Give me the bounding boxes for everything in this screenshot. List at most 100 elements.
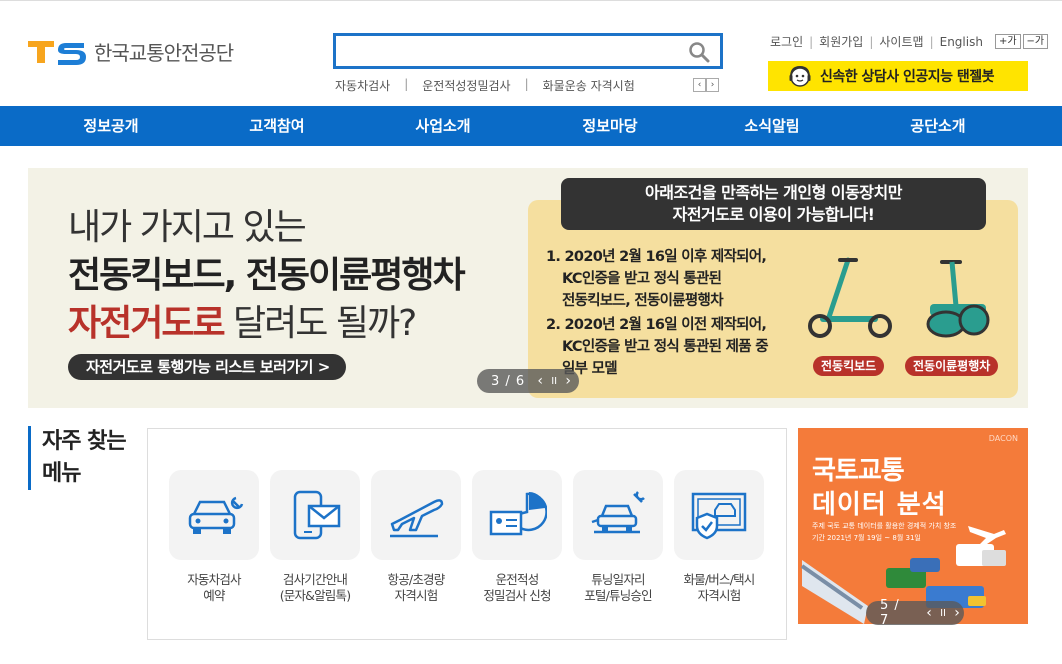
- nav-news[interactable]: 소식알림: [666, 106, 878, 146]
- condition-title-1: 아래조건을 만족하는 개인형 이동장치만: [645, 183, 902, 202]
- menu-label: 자동차검사 예약: [169, 572, 259, 604]
- quick-link-car-inspection[interactable]: 자동차검사: [333, 77, 400, 94]
- menu-label-1: 자동차검사: [187, 572, 241, 587]
- condition-title-2: 자전거도로 이용이 가능합니다!: [672, 205, 875, 224]
- divider: |: [524, 77, 529, 91]
- condition-2a: 2. 2020년 2월 16일 이전 제작되어,: [546, 317, 767, 333]
- quick-link-driver-aptitude[interactable]: 운전적성정밀검사: [412, 77, 520, 94]
- banner-line-3: 자전거도로 달려도 될까?: [68, 294, 417, 346]
- quick-link-cargo-exam[interactable]: 화물운송 자격시험: [533, 77, 645, 94]
- menu-label: 검사기간안내 (문자&알림톡): [270, 572, 360, 604]
- tag-segway: 전동이륜평행차: [905, 356, 999, 376]
- signup-link[interactable]: 회원가입: [819, 33, 863, 50]
- certificate-shield-icon: [674, 470, 764, 560]
- menu-car-inspection[interactable]: 자동차검사 예약: [169, 470, 259, 604]
- menu-label: 화물/버스/택시 자격시험: [674, 572, 764, 604]
- airplane-icon: [371, 470, 461, 560]
- english-link[interactable]: English: [940, 35, 983, 49]
- condition-2c: 일부 모델: [562, 361, 618, 377]
- search-input[interactable]: [336, 36, 676, 66]
- menu-aviation-exam[interactable]: 항공/초경량 자격시험: [371, 470, 461, 604]
- menu-label-2: 자격시험: [697, 588, 742, 603]
- menu-aptitude-test[interactable]: 운전적성 정밀검사 신청: [472, 470, 562, 604]
- side-banner-pager: 5 / 7 ‹ II ›: [866, 598, 964, 628]
- utility-links: 로그인 | 회원가입 | 사이트맵 | English +가 −가: [770, 33, 1049, 50]
- segway-icon: [926, 260, 990, 338]
- nav-customer-participation[interactable]: 고객참여: [222, 106, 332, 146]
- condition-1c: 전동킥보드, 전동이륜평행차: [562, 293, 724, 309]
- condition-1b: KC인증을 받고 정식 통관된: [562, 271, 722, 287]
- nav-info-yard[interactable]: 정보마당: [554, 106, 666, 146]
- condition-1a: 1. 2020년 2월 16일 이후 제작되어,: [546, 249, 767, 265]
- main-navigation: 정보공개 고객참여 사업소개 정보마당 소식알림 공단소개: [0, 106, 1062, 146]
- logo-text: 한국교통안전공단: [94, 41, 234, 65]
- divider: |: [929, 34, 934, 49]
- nav-about[interactable]: 공단소개: [878, 106, 998, 146]
- menu-label-2: (문자&알림톡): [279, 588, 351, 603]
- headset-robot-icon: [789, 65, 811, 87]
- menu-label-1: 검사기간안내: [282, 572, 348, 587]
- tag-kickboard: 전동킥보드: [813, 356, 885, 376]
- car-tools-icon: [573, 470, 663, 560]
- frequent-title-line1: 자주 찾는: [42, 429, 127, 454]
- nav-business[interactable]: 사업소개: [332, 106, 554, 146]
- nav-info-disclosure[interactable]: 정보공개: [0, 106, 222, 146]
- menu-label: 튜닝일자리 포털/튜닝승인: [573, 572, 663, 604]
- next-icon[interactable]: ›: [561, 373, 575, 389]
- side-page-indicator: 5 / 7: [880, 598, 900, 628]
- menu-transport-exam[interactable]: 화물/버스/택시 자격시험: [674, 470, 764, 604]
- quick-links: 자동차검사 | 운전적성정밀검사 | 화물운송 자격시험: [333, 77, 645, 94]
- banner-conditions: 1. 2020년 2월 16일 이후 제작되어, KC인증을 받고 정식 통관된…: [546, 246, 769, 380]
- banner-list-button[interactable]: 자전거도로 통행가능 리스트 보러가기 >: [68, 354, 346, 380]
- search-icon[interactable]: [688, 41, 710, 63]
- menu-label: 운전적성 정밀검사 신청: [472, 572, 562, 604]
- font-decrease-button[interactable]: −가: [1022, 34, 1049, 49]
- prev-icon[interactable]: ‹: [922, 605, 936, 621]
- condition-2b: KC인증을 받고 정식 통관된 제품 중: [562, 339, 769, 355]
- font-size-controls: +가 −가: [993, 34, 1049, 49]
- menu-label-1: 튜닝일자리: [591, 572, 645, 587]
- banner-pager: 3 / 6 ‹ II ›: [477, 369, 579, 393]
- pause-icon[interactable]: II: [936, 608, 950, 619]
- chatbot-banner[interactable]: 신속한 상담사 인공지능 탠젤봇: [768, 61, 1028, 91]
- menu-label-1: 항공/초경량: [387, 572, 446, 587]
- banner-page-indicator: 3 / 6: [491, 373, 526, 389]
- divider: |: [809, 34, 814, 49]
- site-logo[interactable]: 한국교통안전공단: [28, 37, 234, 66]
- menu-label-1: 화물/버스/택시: [683, 572, 755, 587]
- id-chart-icon: [472, 470, 562, 560]
- menu-tuning-portal[interactable]: 튜닝일자리 포털/튜닝승인: [573, 470, 663, 604]
- menu-label-2: 예약: [203, 588, 225, 603]
- banner-line-1: 내가 가지고 있는: [68, 207, 307, 248]
- ts-logo-icon: [28, 40, 86, 65]
- prev-icon[interactable]: ‹: [533, 373, 547, 389]
- phone-mail-icon: [270, 470, 360, 560]
- login-link[interactable]: 로그인: [770, 33, 803, 50]
- banner-condition-title: 아래조건을 만족하는 개인형 이동장치만 자전거도로 이용이 가능합니다!: [561, 178, 986, 230]
- divider: |: [869, 34, 874, 49]
- dacon-logo: DACON: [988, 434, 1018, 443]
- banner-highlight: 자전거도로: [68, 303, 226, 344]
- menu-inspection-period[interactable]: 검사기간안내 (문자&알림톡): [270, 470, 360, 604]
- kickboard-icon: [808, 257, 892, 338]
- banner-line-3-rest: 달려도 될까?: [223, 303, 417, 344]
- car-wrench-icon: [169, 470, 259, 560]
- next-icon[interactable]: ›: [950, 605, 964, 621]
- quick-link-arrows: ‹ ›: [693, 78, 719, 92]
- menu-label: 항공/초경량 자격시험: [371, 572, 461, 604]
- sitemap-link[interactable]: 사이트맵: [879, 33, 923, 50]
- menu-label-1: 운전적성: [495, 572, 540, 587]
- frequent-menu: 자동차검사 예약 검사기간안내 (문자&알림톡) 항공/초경량 자격시험 운전적…: [147, 428, 787, 640]
- side-banner-title-2: 데이터 분석: [812, 490, 947, 520]
- pause-icon[interactable]: II: [547, 376, 561, 387]
- chatbot-label: 신속한 상담사 인공지능 탠젤봇: [820, 69, 995, 85]
- search-box: [333, 33, 723, 69]
- site-header: 한국교통안전공단 자동차검사 | 운전적성정밀검사 | 화물운송 자격시험 ‹ …: [0, 0, 1062, 106]
- chevron-right-icon[interactable]: ›: [706, 78, 719, 92]
- menu-label-2: 자격시험: [394, 588, 439, 603]
- divider: |: [404, 77, 409, 91]
- menu-label-2: 포털/튜닝승인: [584, 588, 652, 603]
- font-increase-button[interactable]: +가: [994, 34, 1021, 49]
- chevron-left-icon[interactable]: ‹: [693, 78, 706, 92]
- banner-line-2: 전동킥보드, 전동이륜평행차: [68, 255, 466, 296]
